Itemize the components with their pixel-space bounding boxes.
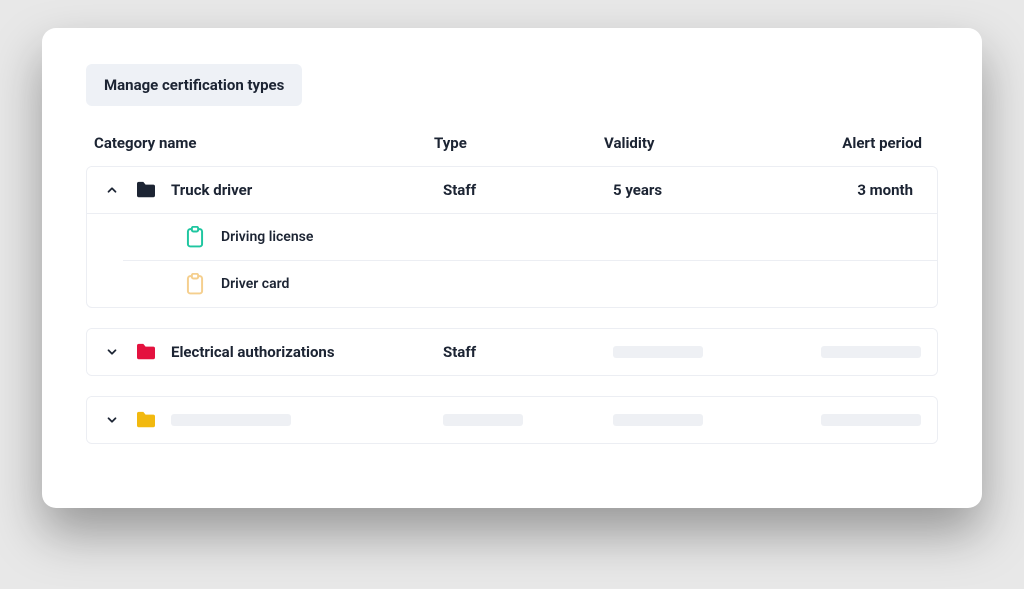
category-validity: 5 years bbox=[613, 181, 793, 199]
cert-item-row[interactable]: Driver card bbox=[123, 261, 937, 307]
placeholder-bar bbox=[821, 346, 921, 358]
placeholder-bar bbox=[171, 414, 291, 426]
category-row[interactable] bbox=[87, 397, 937, 443]
placeholder-bar bbox=[443, 414, 523, 426]
category-group: Truck driver Staff 5 years 3 month Drivi… bbox=[86, 166, 938, 308]
col-validity: Validity bbox=[604, 134, 784, 152]
certification-panel: Manage certification types Category name… bbox=[42, 28, 982, 508]
folder-icon bbox=[135, 343, 157, 361]
cert-item-row[interactable]: Driving license bbox=[123, 214, 937, 261]
chevron-down-icon[interactable] bbox=[103, 343, 121, 361]
folder-icon bbox=[135, 411, 157, 429]
category-row[interactable]: Truck driver Staff 5 years 3 month bbox=[87, 167, 937, 214]
placeholder-bar bbox=[613, 346, 703, 358]
col-category-name: Category name bbox=[94, 134, 434, 152]
category-type: Staff bbox=[443, 343, 613, 361]
category-row[interactable]: Electrical authorizations Staff bbox=[87, 329, 937, 375]
cert-item-label: Driver card bbox=[221, 276, 289, 292]
table-header: Category name Type Validity Alert period bbox=[86, 134, 938, 166]
category-type: Staff bbox=[443, 181, 613, 199]
col-type: Type bbox=[434, 134, 604, 152]
category-group: Electrical authorizations Staff bbox=[86, 328, 938, 376]
clipboard-icon bbox=[185, 226, 205, 248]
cert-item-label: Driving license bbox=[221, 229, 313, 245]
category-alert: 3 month bbox=[793, 181, 921, 199]
category-name: Electrical authorizations bbox=[171, 343, 335, 361]
chevron-down-icon[interactable] bbox=[103, 411, 121, 429]
manage-certification-types-button[interactable]: Manage certification types bbox=[86, 64, 302, 106]
placeholder-bar bbox=[821, 414, 921, 426]
category-name: Truck driver bbox=[171, 181, 252, 199]
chevron-up-icon[interactable] bbox=[103, 181, 121, 199]
category-group bbox=[86, 396, 938, 444]
placeholder-bar bbox=[613, 414, 703, 426]
clipboard-icon bbox=[185, 273, 205, 295]
folder-icon bbox=[135, 181, 157, 199]
col-alert-period: Alert period bbox=[784, 134, 930, 152]
